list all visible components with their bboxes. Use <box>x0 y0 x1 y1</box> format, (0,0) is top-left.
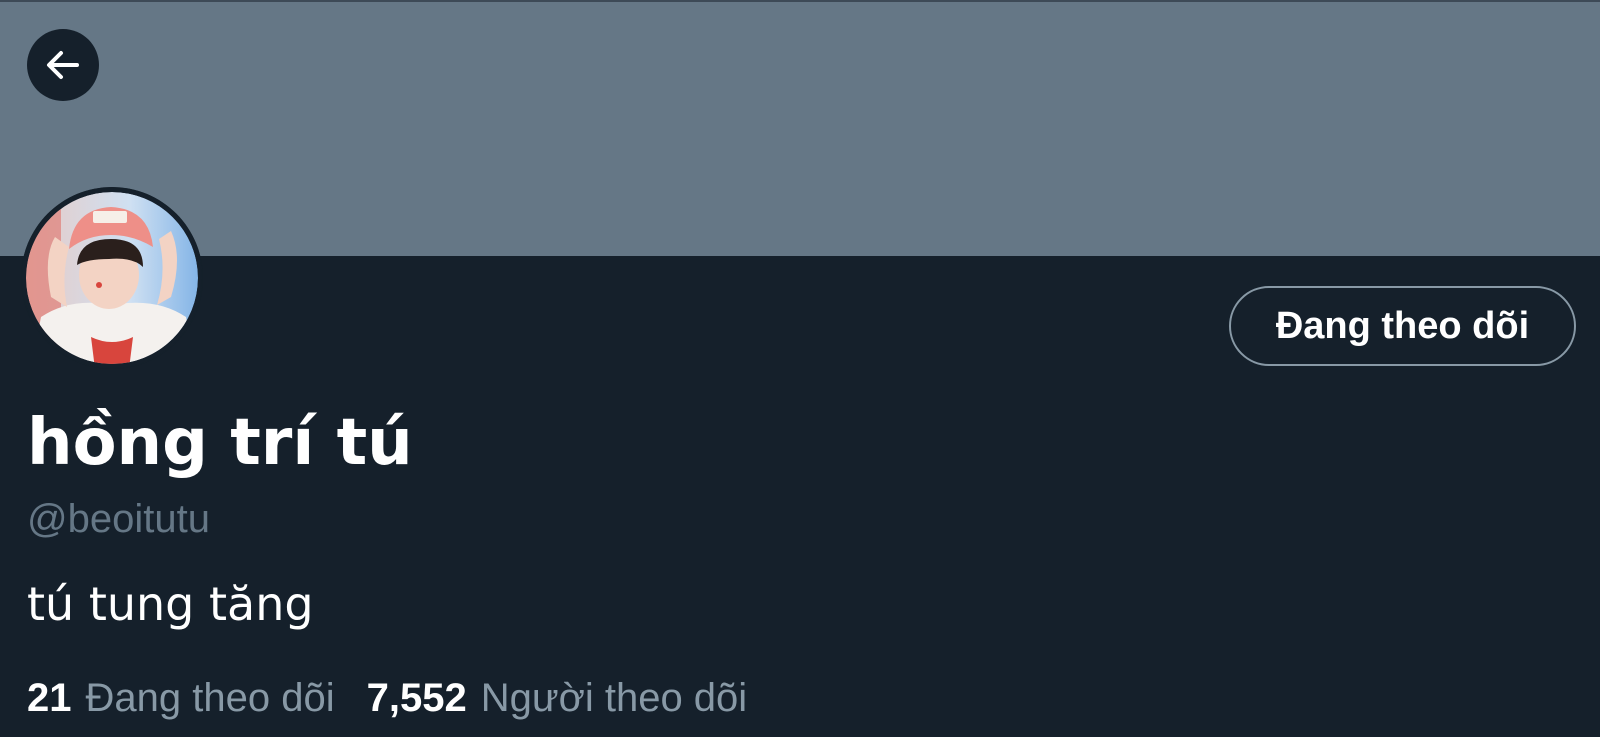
followers-label: Người theo dõi <box>480 675 748 720</box>
back-button[interactable] <box>27 29 99 101</box>
following-button[interactable]: Đang theo dõi <box>1229 286 1576 366</box>
followers-stat-link[interactable]: 7,552 Người theo dõi <box>367 676 748 721</box>
user-bio: tú tung tăng <box>27 577 314 631</box>
display-name: hồng trí tú <box>27 406 413 480</box>
arrow-left-icon <box>43 45 83 85</box>
followers-count: 7,552 <box>366 675 467 720</box>
profile-stats: 21 Đang theo dõi 7,552 Người theo dõi <box>27 670 747 726</box>
profile-banner <box>0 2 1600 256</box>
user-handle: @beoitutu <box>27 497 210 541</box>
following-stat-link[interactable]: 21 Đang theo dõi <box>27 676 335 721</box>
avatar[interactable] <box>21 187 203 369</box>
profile-page: Đang theo dõi hồng trí tú @beoitutu tú t… <box>0 0 1600 737</box>
following-label: Đang theo dõi <box>85 675 335 720</box>
following-count: 21 <box>27 675 72 720</box>
